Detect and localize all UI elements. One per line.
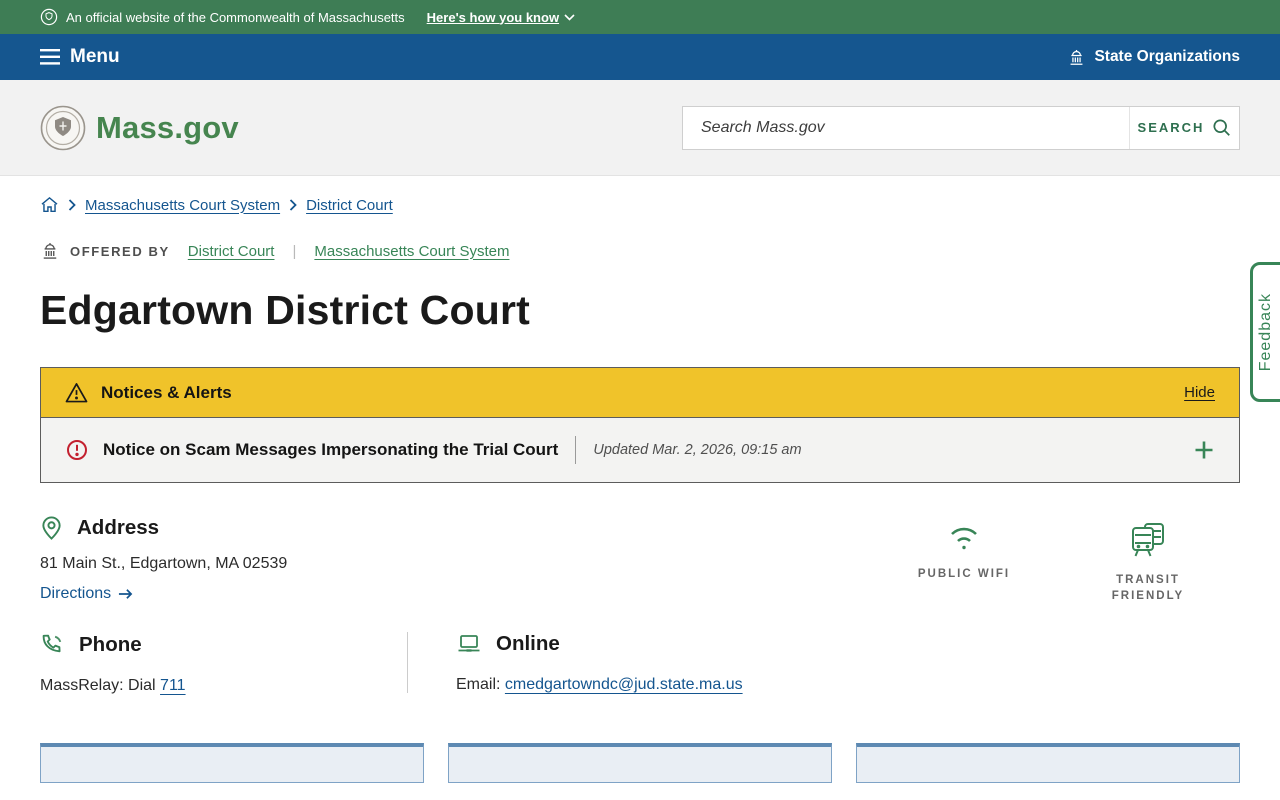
massgov-logo-text: Mass.gov	[96, 109, 239, 145]
feedback-tab[interactable]: Feedback	[1250, 262, 1280, 402]
state-organizations-label: State Organizations	[1094, 48, 1240, 65]
transit-friendly-badge: TRANSIT FRIENDLY	[1092, 521, 1204, 604]
capitol-icon	[40, 241, 60, 261]
search-button[interactable]: SEARCH	[1129, 106, 1239, 149]
transit-friendly-label: TRANSIT FRIENDLY	[1111, 574, 1185, 602]
chevron-down-icon	[564, 13, 575, 21]
alert-notice-row[interactable]: Notice on Scam Messages Impersonating th…	[41, 418, 1239, 482]
phone-section: Phone MassRelay: Dial 711	[40, 630, 407, 695]
address-heading: Address	[77, 516, 160, 539]
divider: |	[292, 242, 297, 260]
directions-link[interactable]: Directions	[40, 585, 133, 603]
public-wifi-badge: PUBLIC WIFI	[908, 521, 1020, 604]
relay-711-link[interactable]: 711	[160, 677, 186, 694]
email-line: Email: cmedgartowndc@jud.state.ma.us	[456, 676, 743, 694]
menu-button[interactable]: Menu	[40, 46, 120, 68]
page-title: Edgartown District Court	[40, 287, 530, 333]
wifi-icon	[942, 521, 986, 553]
amenity-badges: PUBLIC WIFI TRANSIT FRIENDLY	[908, 521, 1204, 604]
official-banner-text: An official website of the Commonwealth …	[66, 9, 405, 25]
info-card	[448, 743, 832, 784]
chevron-right-icon	[68, 199, 76, 211]
public-wifi-label: PUBLIC WIFI	[917, 568, 1011, 580]
state-seal-icon	[40, 8, 58, 26]
search-button-label: SEARCH	[1137, 120, 1205, 135]
location-pin-icon	[40, 515, 63, 541]
search-icon	[1212, 118, 1231, 137]
site-header: Mass.gov SEARCH	[0, 80, 1280, 176]
info-card	[856, 743, 1240, 784]
phone-line: MassRelay: Dial 711	[40, 677, 407, 695]
offered-by-row: OFFERED BY District Court | Massachusett…	[40, 241, 1240, 261]
offered-by-link-court-system[interactable]: Massachusetts Court System	[314, 243, 509, 260]
breadcrumb-link-court-system[interactable]: Massachusetts Court System	[85, 197, 280, 214]
info-cards-row	[40, 743, 1240, 784]
online-heading: Online	[496, 632, 560, 656]
alert-circle-icon	[65, 438, 89, 462]
arrow-right-icon	[118, 588, 133, 600]
alert-updated-timestamp: Updated Mar. 2, 2026, 09:15 am	[593, 442, 802, 458]
breadcrumb-link-district-court[interactable]: District Court	[306, 197, 393, 214]
feedback-label: Feedback	[1257, 292, 1274, 372]
main-navbar: Menu State Organizations	[0, 34, 1280, 80]
official-banner: An official website of the Commonwealth …	[0, 0, 1280, 34]
address-line: 81 Main St., Edgartown, MA 02539	[40, 555, 288, 572]
divider	[575, 436, 577, 464]
massgov-logo[interactable]: Mass.gov	[40, 105, 239, 151]
transit-icon	[1128, 521, 1168, 559]
contact-bottom-section: Phone MassRelay: Dial 711 Online Email:	[40, 630, 1240, 695]
notices-alerts-panel: Notices & Alerts Hide Notice on Scam Mes…	[40, 367, 1240, 483]
offered-by-label: OFFERED BY	[70, 243, 170, 259]
info-card	[40, 743, 424, 784]
laptop-icon	[456, 632, 482, 656]
massgov-seal-icon	[40, 105, 86, 151]
notices-alerts-title: Notices & Alerts	[101, 382, 232, 402]
online-section: Online Email: cmedgartowndc@jud.state.ma…	[408, 630, 743, 695]
breadcrumb: Massachusetts Court System District Cour…	[40, 196, 1240, 214]
heres-how-you-know-button[interactable]: Here's how you know	[427, 10, 575, 25]
home-icon[interactable]	[40, 196, 59, 214]
email-label: Email:	[456, 676, 501, 694]
menu-label: Menu	[70, 46, 120, 67]
chevron-right-icon	[289, 199, 297, 211]
hide-alerts-link[interactable]: Hide	[1184, 384, 1215, 401]
offered-by-link-district-court[interactable]: District Court	[188, 243, 275, 260]
search-bar: SEARCH	[682, 105, 1240, 150]
notices-alerts-header: Notices & Alerts Hide	[41, 368, 1239, 418]
warning-triangle-icon	[65, 382, 88, 403]
phone-heading: Phone	[79, 632, 142, 656]
massrelay-label: MassRelay: Dial	[40, 677, 156, 695]
hamburger-icon	[40, 49, 60, 65]
email-link[interactable]: cmedgartowndc@jud.state.ma.us	[505, 676, 743, 693]
expand-plus-icon[interactable]	[1193, 439, 1215, 461]
contact-top-section: Address 81 Main St., Edgartown, MA 02539…	[40, 515, 1240, 604]
phone-icon	[40, 632, 65, 657]
address-section: Address 81 Main St., Edgartown, MA 02539…	[40, 515, 287, 604]
state-organizations-button[interactable]: State Organizations	[1067, 48, 1240, 67]
alert-notice-title: Notice on Scam Messages Impersonating th…	[103, 440, 559, 459]
capitol-icon	[1067, 48, 1086, 67]
search-input[interactable]	[683, 106, 1129, 149]
